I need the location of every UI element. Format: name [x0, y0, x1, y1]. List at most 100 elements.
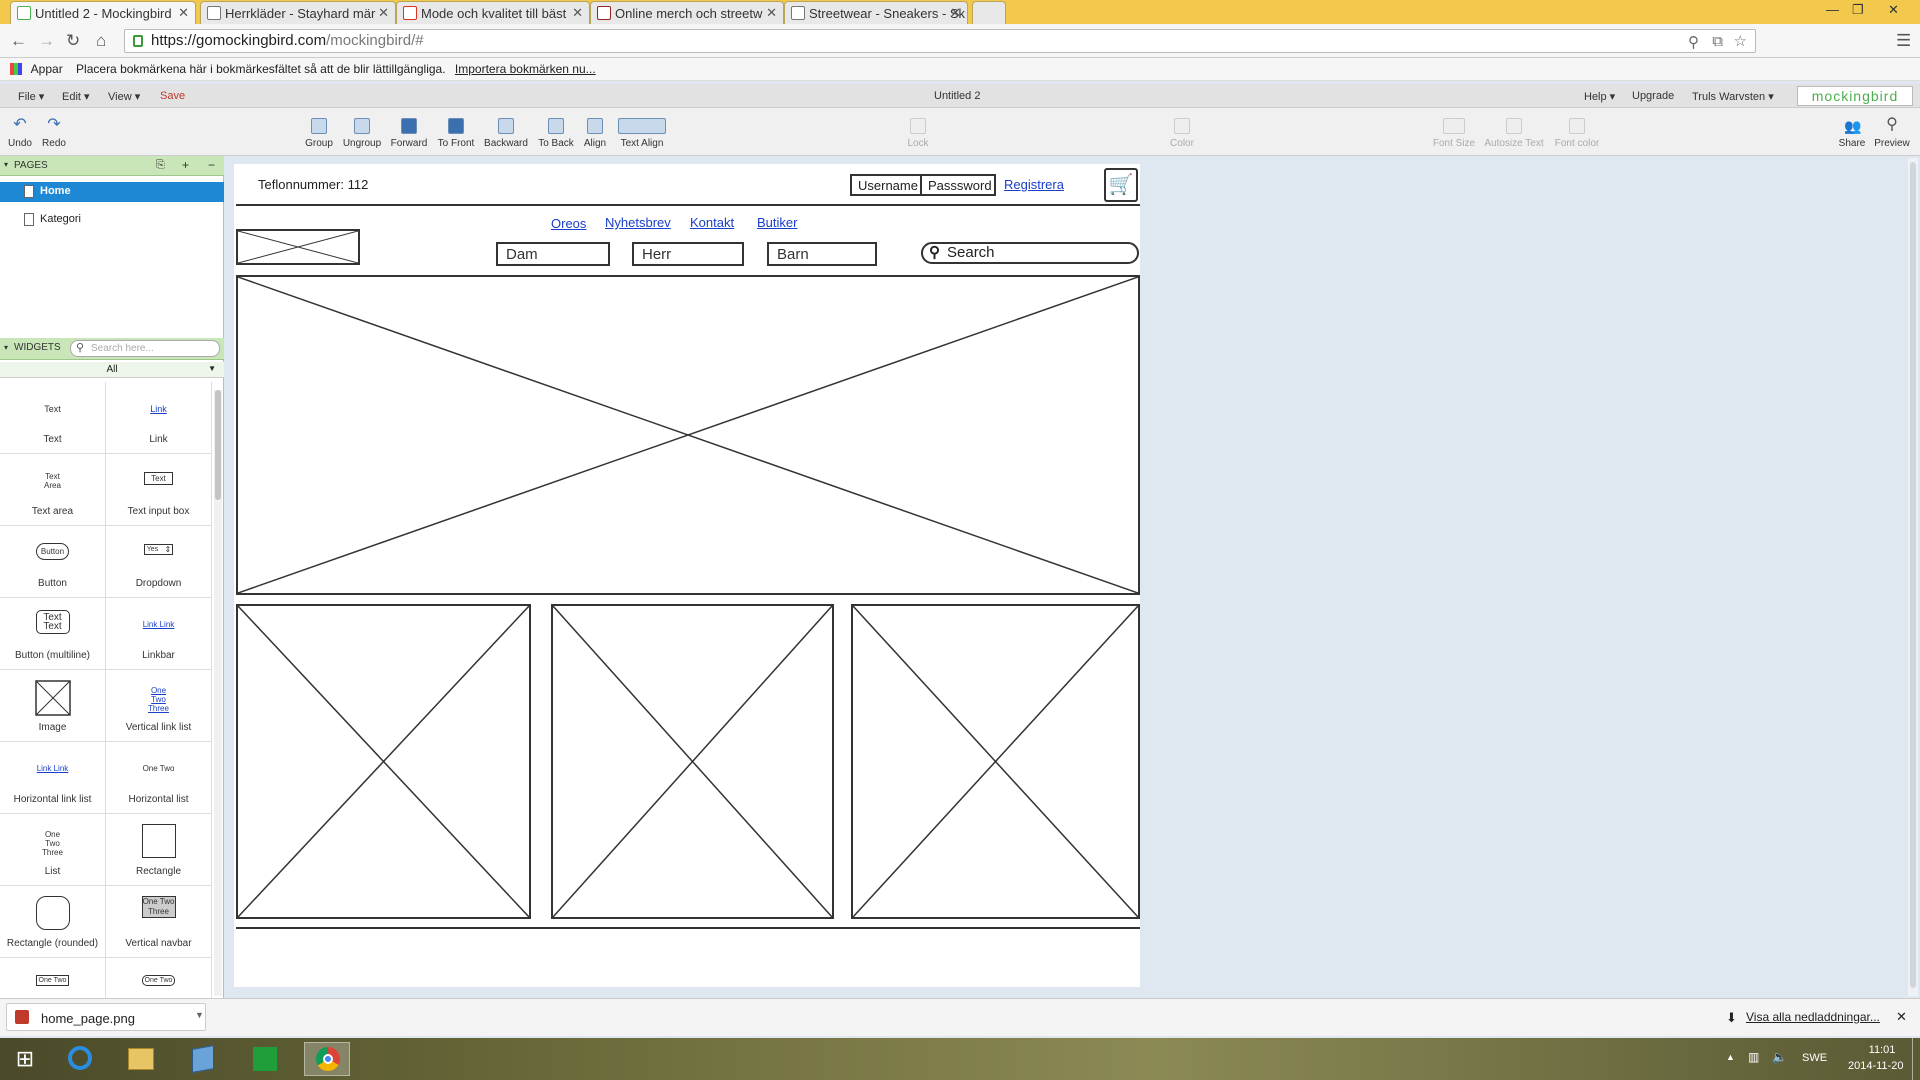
close-icon[interactable]: ✕	[572, 5, 583, 21]
close-icon[interactable]: ✕	[378, 5, 389, 21]
share-button[interactable]: 👥 Share	[1830, 118, 1874, 149]
show-desktop-button[interactable]	[1912, 1038, 1920, 1080]
widget-text-input-box[interactable]: Text Text input box	[106, 454, 212, 526]
minimize-icon[interactable]: —	[1826, 2, 1839, 17]
widget-vertical-navbar[interactable]: One Two Three Vertical navbar	[106, 886, 212, 958]
clock-date[interactable]: 2014-11-20	[1848, 1060, 1903, 1072]
menu-file[interactable]: File ▾	[18, 90, 44, 103]
pages-header[interactable]: ▾ PAGES ⎘ + −	[0, 156, 224, 176]
tab-stayhard[interactable]: Herrkläder - Stayhard mär ✕	[200, 1, 396, 24]
translate-icon[interactable]: ⧉	[1712, 33, 1723, 50]
tab-streetwear[interactable]: Streetwear - Sneakers - Sk ✕	[784, 1, 968, 24]
widget-linkbar[interactable]: Link Link Linkbar	[106, 598, 212, 670]
preview-button[interactable]: ⚲ Preview	[1870, 117, 1914, 150]
username-field[interactable]: Username	[850, 174, 922, 196]
widget-list[interactable]: One Two Three List	[0, 814, 106, 886]
widget-horizontal-navbar[interactable]: One Two	[106, 958, 212, 998]
back-arrow-icon[interactable]: ←	[10, 31, 27, 51]
search-field[interactable]: ⚲ Search	[921, 242, 1139, 264]
close-icon[interactable]: ✕	[950, 5, 961, 21]
scrollbar-thumb[interactable]	[215, 390, 221, 500]
color-button[interactable]: Color	[1160, 118, 1204, 149]
group-button[interactable]: Group	[297, 118, 341, 149]
cart-icon[interactable]: 🛒	[1104, 168, 1138, 202]
virtualbox-icon[interactable]	[180, 1042, 226, 1076]
file-explorer-icon[interactable]	[118, 1042, 164, 1076]
widgets-filter-select[interactable]: All ▼	[0, 362, 224, 378]
volume-icon[interactable]: 🔈	[1772, 1050, 1787, 1064]
url-input[interactable]: https://gomockingbird.com/mockingbird/# …	[124, 29, 1756, 53]
widget-rectangle[interactable]: Rectangle	[106, 814, 212, 886]
backward-button[interactable]: Backward	[484, 118, 528, 149]
tray-expand-icon[interactable]: ▲	[1726, 1052, 1735, 1062]
widget-text[interactable]: Text Text	[0, 382, 106, 454]
font-color-button[interactable]: Font color	[1552, 118, 1602, 149]
download-item[interactable]: home_page.png ▼	[6, 1003, 206, 1031]
menu-help[interactable]: Help ▾	[1584, 90, 1615, 103]
widget-horizontal-list[interactable]: One Two Horizontal list	[106, 742, 212, 814]
remove-page-icon[interactable]: −	[208, 158, 215, 172]
widgets-scrollbar[interactable]	[214, 390, 222, 996]
category-field-dam[interactable]: Dam	[496, 242, 610, 266]
widget-horizontal-link-list[interactable]: Link Link Horizontal link list	[0, 742, 106, 814]
reload-icon[interactable]: ↻	[66, 31, 80, 51]
internet-explorer-icon[interactable]	[56, 1042, 102, 1076]
add-page-icon[interactable]: +	[182, 158, 189, 172]
category-field-herr[interactable]: Herr	[632, 242, 744, 266]
user-menu[interactable]: Truls Warvsten ▾	[1692, 90, 1774, 103]
lock-button[interactable]: Lock	[896, 118, 940, 149]
widgets-header[interactable]: ▾ WIDGETS ⚲ Search here...	[0, 338, 224, 360]
widget-link[interactable]: Link Link	[106, 382, 212, 454]
chrome-menu-icon[interactable]: ☰	[1896, 31, 1911, 51]
category-field-barn[interactable]: Barn	[767, 242, 877, 266]
align-button[interactable]: Align	[573, 118, 617, 149]
store-icon[interactable]	[242, 1042, 288, 1076]
clock-time[interactable]: 11:01	[1860, 1044, 1904, 1056]
ungroup-button[interactable]: Ungroup	[340, 118, 384, 149]
close-window-icon[interactable]: ✕	[1888, 2, 1899, 18]
widget-button[interactable]: Button Button	[0, 526, 106, 598]
menu-view[interactable]: View ▾	[108, 90, 140, 103]
tab-merch[interactable]: Online merch och streetw ✕	[590, 1, 784, 24]
page-item-kategori[interactable]: Kategori	[0, 210, 224, 230]
nav-link-oreos[interactable]: Oreos	[551, 216, 586, 231]
collapse-icon[interactable]: ▾	[4, 160, 8, 169]
font-size-button[interactable]: Font Size	[1429, 118, 1479, 149]
to-front-button[interactable]: To Front	[434, 118, 478, 149]
widget-text-area[interactable]: Text Area Text area	[0, 454, 106, 526]
language-indicator[interactable]: SWE	[1802, 1052, 1827, 1064]
widgets-search-input[interactable]: ⚲ Search here...	[70, 340, 220, 357]
network-icon[interactable]: ▥	[1748, 1050, 1759, 1064]
nav-link-butiker[interactable]: Butiker	[757, 215, 797, 230]
forward-button[interactable]: Forward	[387, 118, 431, 149]
new-tab-button[interactable]	[972, 1, 1006, 24]
mockup-canvas[interactable]: Teflonnummer: 112 Username Passsword Reg…	[234, 164, 1140, 987]
zoom-icon[interactable]: ⚲	[1688, 33, 1699, 51]
page-item-home[interactable]: Home	[0, 182, 224, 202]
duplicate-page-icon[interactable]: ⎘	[156, 159, 165, 172]
import-bookmarks-link[interactable]: Importera bokmärken nu...	[455, 62, 596, 76]
redo-button[interactable]: ↷ Redo	[32, 117, 76, 150]
nav-link-nyhetsbrev[interactable]: Nyhetsbrev	[605, 215, 671, 230]
home-icon[interactable]: ⌂	[96, 31, 106, 51]
upgrade-link[interactable]: Upgrade	[1632, 90, 1674, 102]
tab-mockingbird[interactable]: Untitled 2 - Mockingbird ✕	[10, 1, 196, 24]
register-link[interactable]: Registrera	[1004, 177, 1064, 192]
canvas-scrollbar[interactable]	[1908, 158, 1918, 996]
nav-link-kontakt[interactable]: Kontakt	[690, 215, 734, 230]
close-icon[interactable]: ✕	[178, 5, 189, 21]
save-button[interactable]: Save	[160, 90, 185, 102]
forward-arrow-icon[interactable]: →	[38, 31, 55, 51]
widget-button-multiline[interactable]: Text Text Button (multiline)	[0, 598, 106, 670]
autosize-text-button[interactable]: Autosize Text	[1481, 118, 1547, 149]
windows-start-icon[interactable]: ⊞	[2, 1042, 48, 1076]
tab-hm[interactable]: Mode och kvalitet till bäst ✕	[396, 1, 590, 24]
collapse-icon[interactable]: ▾	[4, 343, 8, 352]
widget-tabs[interactable]: One Two	[0, 958, 106, 998]
bookmark-apps[interactable]: Appar	[31, 62, 63, 76]
close-icon[interactable]: ✕	[1896, 1009, 1907, 1025]
show-all-downloads-link[interactable]: Visa alla nedladdningar...	[1746, 1010, 1880, 1024]
widget-rectangle-rounded[interactable]: Rectangle (rounded)	[0, 886, 106, 958]
password-field[interactable]: Passsword	[920, 174, 996, 196]
star-icon[interactable]: ☆	[1734, 32, 1747, 50]
